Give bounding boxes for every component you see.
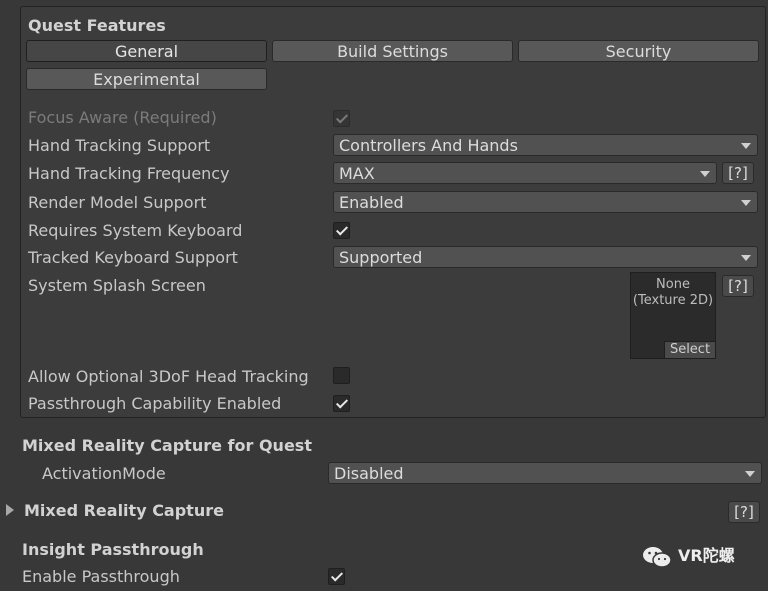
checkmark-icon <box>330 569 344 582</box>
wechat-icon <box>643 546 672 568</box>
passthrough-capability-checkbox[interactable] <box>333 395 350 412</box>
render-model-support-value: Enabled <box>339 193 404 212</box>
texture-select-button[interactable]: Select <box>664 341 715 358</box>
texture-type: (Texture 2D) <box>632 293 714 308</box>
hand-tracking-frequency-label: Hand Tracking Frequency <box>28 164 230 183</box>
tracked-keyboard-support-label: Tracked Keyboard Support <box>28 248 238 267</box>
foldout-arrow-icon[interactable] <box>6 504 14 516</box>
requires-system-keyboard-checkbox[interactable] <box>333 222 350 239</box>
chevron-down-icon <box>741 200 751 206</box>
activation-mode-label: ActivationMode <box>42 464 166 483</box>
mrc-foldout-title[interactable]: Mixed Reality Capture <box>24 501 224 520</box>
tracked-keyboard-support-value: Supported <box>339 248 423 267</box>
enable-passthrough-label: Enable Passthrough <box>22 567 180 586</box>
watermark-text: VR陀螺 <box>678 546 735 565</box>
checkmark-icon <box>335 223 349 236</box>
hand-tracking-frequency-value: MAX <box>339 164 375 183</box>
focus-aware-label: Focus Aware (Required) <box>28 108 217 127</box>
hand-tracking-support-label: Hand Tracking Support <box>28 136 211 155</box>
allow-3dof-label: Allow Optional 3DoF Head Tracking <box>28 367 309 386</box>
mrc-quest-title: Mixed Reality Capture for Quest <box>22 436 312 455</box>
chevron-down-icon <box>700 171 710 177</box>
tab-build-settings[interactable]: Build Settings <box>272 40 513 62</box>
chevron-down-icon <box>745 471 755 477</box>
tracked-keyboard-support-dropdown[interactable]: Supported <box>333 246 758 268</box>
checkmark-icon <box>335 396 349 409</box>
focus-aware-checkbox[interactable] <box>333 110 350 127</box>
tab-general[interactable]: General <box>26 40 267 62</box>
passthrough-capability-label: Passthrough Capability Enabled <box>28 394 282 413</box>
texture-value: None <box>656 277 690 292</box>
enable-passthrough-checkbox[interactable] <box>328 568 345 585</box>
allow-3dof-checkbox[interactable] <box>333 367 350 384</box>
tab-security[interactable]: Security <box>518 40 759 62</box>
hand-tracking-support-value: Controllers And Hands <box>339 136 518 155</box>
activation-mode-dropdown[interactable]: Disabled <box>328 462 762 484</box>
chevron-down-icon <box>741 255 751 261</box>
chevron-down-icon <box>741 143 751 149</box>
render-model-support-dropdown[interactable]: Enabled <box>333 191 758 213</box>
tab-experimental[interactable]: Experimental <box>26 68 267 90</box>
watermark: VR陀螺 <box>642 542 735 570</box>
requires-system-keyboard-label: Requires System Keyboard <box>28 221 243 240</box>
hand-tracking-frequency-help-button[interactable]: [?] <box>722 162 754 184</box>
quest-features-title: Quest Features <box>28 16 166 35</box>
system-splash-screen-label: System Splash Screen <box>28 276 206 295</box>
hand-tracking-support-dropdown[interactable]: Controllers And Hands <box>333 134 758 156</box>
splash-screen-texture-field[interactable]: None (Texture 2D) Select <box>630 272 716 359</box>
mrc-help-button[interactable]: [?] <box>728 501 760 523</box>
hand-tracking-frequency-dropdown[interactable]: MAX <box>333 162 717 184</box>
splash-screen-help-button[interactable]: [?] <box>722 275 754 297</box>
activation-mode-value: Disabled <box>334 464 404 483</box>
render-model-support-label: Render Model Support <box>28 193 207 212</box>
insight-passthrough-title: Insight Passthrough <box>22 540 204 559</box>
checkmark-icon <box>335 111 349 124</box>
